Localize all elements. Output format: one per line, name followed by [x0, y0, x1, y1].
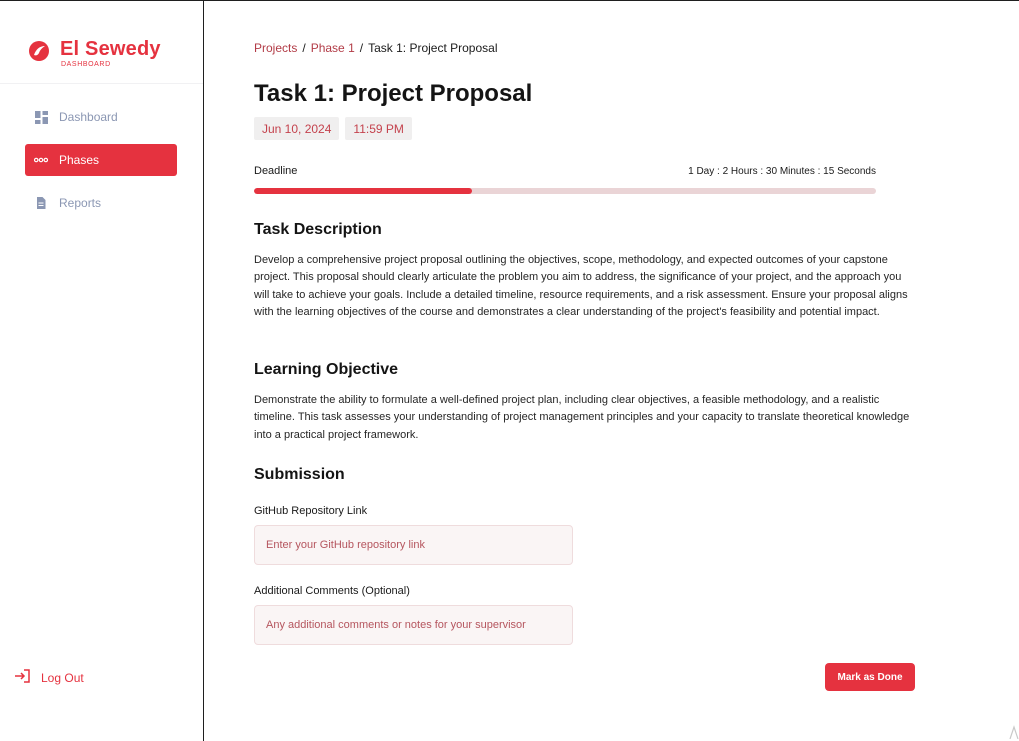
brand-name: El Sewedy [60, 37, 161, 60]
sidebar-nav: Dashboard Phases Reports [25, 101, 177, 230]
due-time-badge: 11:59 PM [345, 117, 412, 140]
github-link-input[interactable] [254, 525, 573, 565]
logout-label: Log Out [41, 670, 84, 685]
learning-objective-text: Demonstrate the ability to formulate a w… [254, 394, 910, 441]
deadline-countdown: 1 Day : 2 Hours : 30 Minutes : 15 Second… [688, 165, 876, 177]
breadcrumb-current: Task 1: Project Proposal [368, 41, 498, 55]
sidebar-item-dashboard[interactable]: Dashboard [25, 101, 177, 133]
breadcrumb-separator: / [302, 41, 306, 55]
submission-heading: Submission [254, 466, 345, 483]
deadline-progress-bar [254, 188, 876, 194]
logout-button[interactable]: Log Out [14, 669, 84, 686]
breadcrumb-separator: / [359, 41, 364, 55]
brand-logo-link[interactable]: El Sewedy DASHBOARD [28, 37, 161, 69]
mark-as-done-button[interactable]: Mark as Done [825, 663, 915, 691]
breadcrumb-link-phase[interactable]: Phase 1 [311, 41, 355, 55]
due-date-badge: Jun 10, 2024 [254, 117, 340, 140]
logout-icon [14, 669, 31, 686]
task-description-heading: Task Description [254, 221, 382, 238]
brand-icon [28, 40, 50, 67]
document-icon [34, 196, 48, 210]
breadcrumb-link-projects[interactable]: Projects [254, 41, 297, 55]
brand-text: El Sewedy DASHBOARD [60, 39, 161, 68]
deadline-progress-fill [254, 188, 472, 194]
deadline-label: Deadline [254, 165, 298, 177]
dots-icon [34, 153, 48, 167]
sidebar-item-label: Dashboard [59, 110, 118, 124]
sidebar-item-reports[interactable]: Reports [25, 187, 177, 219]
comments-input[interactable] [254, 605, 573, 645]
sidebar-item-phases[interactable]: Phases [25, 144, 177, 176]
brand-subtitle: DASHBOARD [61, 60, 111, 68]
task-description-text: Develop a comprehensive project proposal… [254, 254, 908, 318]
task-date-chips: Jun 10, 2024 11:59 PM [254, 117, 412, 140]
learning-objective-heading: Learning Objective [254, 361, 399, 378]
grid-icon [34, 110, 48, 124]
sidebar: El Sewedy DASHBOARD Dashboard Phases Rep… [0, 1, 204, 741]
sidebar-item-label: Reports [59, 196, 102, 210]
breadcrumb: Projects / Phase 1 / Task 1: Project Proposa… [254, 41, 498, 55]
sidebar-item-label: Phases [59, 153, 100, 167]
page-title: Task 1: Project Proposal [254, 80, 533, 107]
app-window: El Sewedy DASHBOARD Dashboard Phases Rep… [0, 0, 1019, 741]
deadline-row: Deadline 1 Day : 2 Hours : 30 Minutes : … [254, 165, 876, 177]
sidebar-divider [0, 83, 203, 84]
comments-label: Additional Comments (Optional) [254, 585, 410, 597]
corner-glyph-icon [1009, 725, 1019, 739]
github-link-label: GitHub Repository Link [254, 505, 368, 517]
